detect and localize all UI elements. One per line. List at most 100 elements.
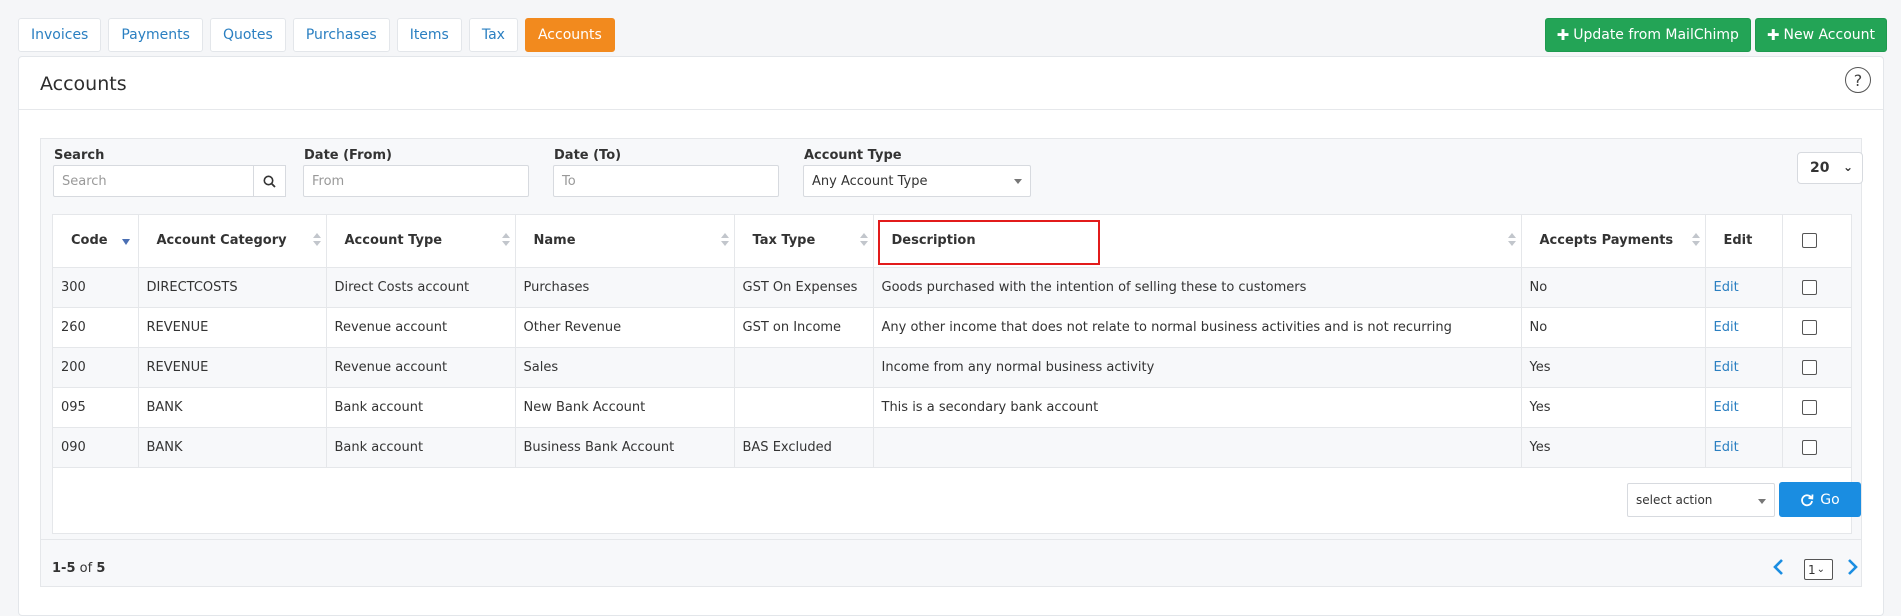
cell-select [1782,427,1851,468]
header-description[interactable]: Description [873,215,1522,268]
bulk-action-select[interactable]: select action [1627,483,1775,517]
sort-icon [501,233,510,247]
cell-code: 090 [53,427,139,468]
plus-icon: ✚ [1556,26,1570,44]
edit-link[interactable]: Edit [1714,400,1739,415]
cell-tax: GST on Income [734,307,874,348]
page-title: Accounts [40,73,127,95]
cell-tax [734,387,874,428]
cell-accepts: No [1521,267,1706,308]
header-accepts-payments[interactable]: Accepts Payments [1521,215,1706,268]
cell-accepts: Yes [1521,347,1706,388]
caret-down-icon [1758,499,1766,504]
table-row: 090 BANK Bank account Business Bank Acco… [53,427,1851,468]
sort-icon [1507,233,1516,247]
top-bar: Invoices Payments Quotes Purchases Items… [0,0,1901,56]
cell-code: 300 [53,267,139,308]
cell-name: New Bank Account [515,387,735,428]
update-from-mailchimp-label: Update from MailChimp [1573,27,1739,43]
row-checkbox[interactable] [1801,439,1817,455]
header-tax-type[interactable]: Tax Type [734,215,874,268]
per-page-select[interactable]: 20 ⌄ [1797,152,1863,184]
cell-tax: BAS Excluded [734,427,874,468]
edit-link[interactable]: Edit [1714,440,1739,455]
cell-select [1782,267,1851,308]
cell-select [1782,347,1851,388]
edit-link[interactable]: Edit [1714,360,1739,375]
accounts-panel: Accounts ? Search Search Date (From) Fro… [18,56,1884,616]
cell-category: BANK [138,387,327,428]
row-checkbox[interactable] [1801,279,1817,295]
nav-tabs: Invoices Payments Quotes Purchases Items… [18,18,615,52]
cell-description [873,427,1522,468]
top-actions: ✚ Update from MailChimp ✚ New Account [1544,18,1887,52]
tab-payments[interactable]: Payments [108,18,203,52]
header-type[interactable]: Account Type [326,215,516,268]
cell-edit: Edit [1705,427,1783,468]
cell-accepts: Yes [1521,387,1706,428]
date-from-input[interactable]: From [303,165,529,197]
cell-type: Direct Costs account [326,267,516,308]
tab-purchases[interactable]: Purchases [292,18,390,52]
search-button[interactable] [253,165,286,197]
row-checkbox[interactable] [1801,399,1817,415]
table-row: 260 REVENUE Revenue account Other Revenu… [53,307,1851,348]
cell-select [1782,307,1851,348]
update-from-mailchimp-button[interactable]: ✚ Update from MailChimp [1544,18,1751,52]
account-type-select[interactable]: Any Account Type [803,165,1031,197]
cell-edit: Edit [1705,307,1783,348]
cell-category: BANK [138,427,327,468]
header-description-label: Description [891,233,976,249]
tab-tax[interactable]: Tax [468,18,518,52]
page-select[interactable]: 1 ⌄ [1804,559,1833,580]
help-icon[interactable]: ? [1845,67,1871,93]
row-checkbox[interactable] [1801,359,1817,375]
tab-quotes[interactable]: Quotes [209,18,286,52]
tab-items[interactable]: Items [396,18,462,52]
go-button[interactable]: Go [1779,482,1861,517]
per-page-value: 20 [1810,160,1830,176]
cell-code: 200 [53,347,139,388]
header-category[interactable]: Account Category [138,215,327,268]
chevron-left-icon [1773,559,1783,575]
cell-accepts: Yes [1521,427,1706,468]
next-page-button[interactable] [1845,558,1859,576]
cell-edit: Edit [1705,387,1783,428]
cell-tax: GST On Expenses [734,267,874,308]
chevron-down-icon: ⌄ [1816,564,1826,575]
table-row: 300 DIRECTCOSTS Direct Costs account Pur… [53,267,1851,308]
header-name[interactable]: Name [515,215,735,268]
table-header-row: Code Account Category Account Type Name … [53,215,1851,268]
select-all-checkbox[interactable] [1801,233,1817,249]
header-name-label: Name [533,233,576,249]
header-select-all[interactable] [1782,215,1851,268]
account-type-label: Account Type [804,148,902,163]
tab-accounts[interactable]: Accounts [524,18,615,52]
refresh-icon [1801,493,1814,506]
header-code-label: Code [71,233,108,249]
cell-description: Income from any normal business activity [873,347,1522,388]
sort-icon [1691,233,1700,247]
date-to-input[interactable]: To [553,165,779,197]
cell-name: Business Bank Account [515,427,735,468]
bulk-action-value: select action [1636,493,1713,507]
row-checkbox[interactable] [1801,319,1817,335]
chevron-down-icon: ⌄ [1842,160,1853,174]
edit-link[interactable]: Edit [1714,280,1739,295]
cell-description: This is a secondary bank account [873,387,1522,428]
cell-description: Goods purchased with the intention of se… [873,267,1522,308]
header-type-label: Account Type [344,233,443,249]
tab-invoices[interactable]: Invoices [18,18,102,52]
previous-page-button[interactable] [1772,558,1786,576]
header-code[interactable]: Code [53,215,139,268]
date-to-label: Date (To) [554,148,622,163]
filter-and-table-box: Search Search Date (From) From Date (To)… [40,138,1863,587]
search-label: Search [54,148,105,163]
table-row: 095 BANK Bank account New Bank Account T… [53,387,1851,428]
divider [19,109,1883,110]
edit-link[interactable]: Edit [1714,320,1739,335]
search-input[interactable]: Search [53,165,255,197]
new-account-button[interactable]: ✚ New Account [1754,18,1887,52]
sort-icon [859,233,868,247]
caret-down-icon [1014,179,1022,184]
